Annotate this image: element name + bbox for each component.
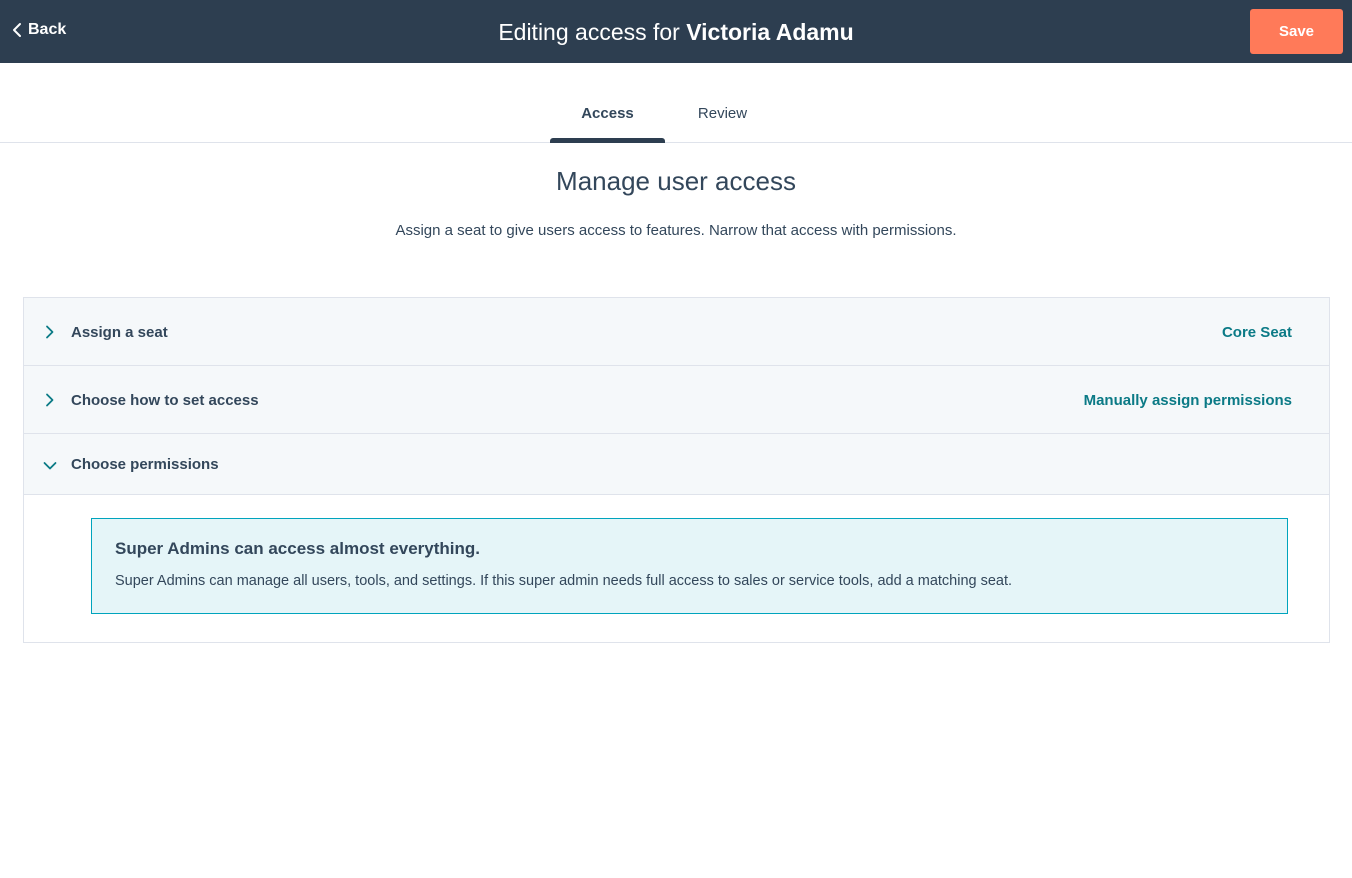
tab-bar: Access Review [0, 63, 1352, 143]
super-admin-callout: Super Admins can access almost everythin… [91, 518, 1288, 614]
user-name: Victoria Adamu [686, 19, 854, 45]
active-tab-indicator [550, 138, 665, 143]
title-prefix: Editing access for [498, 19, 680, 45]
save-button[interactable]: Save [1250, 9, 1343, 54]
chevron-down-icon [43, 462, 57, 470]
accordion-set-access[interactable]: Choose how to set access Manually assign… [24, 366, 1329, 434]
permissions-panel: Super Admins can access almost everythin… [24, 495, 1329, 642]
access-accordion: Assign a seat Core Seat Choose how to se… [23, 297, 1330, 643]
accordion-value: Manually assign permissions [1083, 392, 1292, 409]
page-title: Editing access for Victoria Adamu [0, 18, 1352, 46]
accordion-assign-seat[interactable]: Assign a seat Core Seat [24, 298, 1329, 366]
tab-access[interactable]: Access [550, 105, 665, 122]
accordion-label: Assign a seat [71, 324, 168, 341]
accordion-choose-permissions[interactable]: Choose permissions [24, 434, 1329, 495]
top-bar: Back Editing access for Victoria Adamu S… [0, 0, 1352, 63]
section-heading: Manage user access [556, 166, 796, 196]
accordion-value: Core Seat [1221, 324, 1292, 341]
callout-text: Super Admins can manage all users, tools… [115, 573, 1013, 589]
chevron-right-icon [46, 325, 54, 339]
callout-title: Super Admins can access almost everythin… [115, 539, 481, 558]
accordion-label: Choose permissions [71, 456, 219, 473]
chevron-right-icon [46, 393, 54, 407]
accordion-label: Choose how to set access [71, 392, 259, 409]
section-subheading: Assign a seat to give users access to fe… [395, 222, 957, 239]
tab-review[interactable]: Review [685, 105, 760, 122]
